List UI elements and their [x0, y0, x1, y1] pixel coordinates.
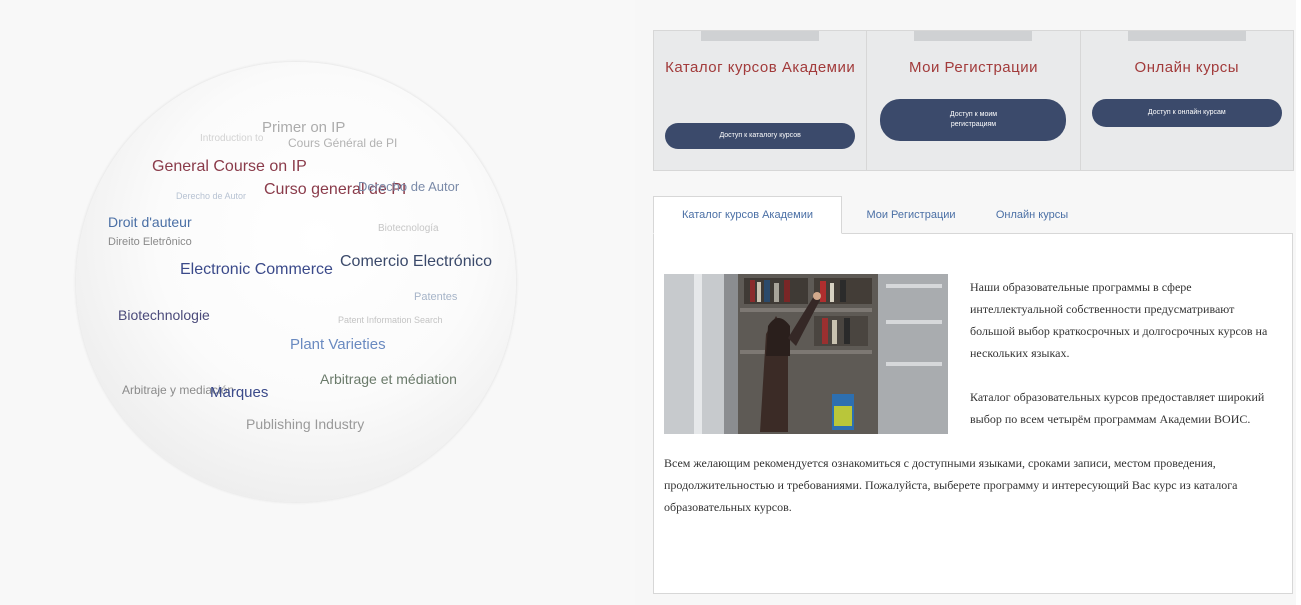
cloud-term[interactable]: Introduction to [200, 134, 263, 144]
cloud-term[interactable]: Electronic Commerce [180, 262, 333, 278]
tab-online-courses[interactable]: Онлайн курсы [977, 196, 1087, 234]
cloud-term[interactable]: Direito Eletrônico [108, 237, 192, 248]
cloud-term[interactable]: Cours Général de PI [288, 137, 397, 149]
panel-topbar [1127, 31, 1246, 41]
page-edge [1296, 0, 1301, 605]
library-photo [664, 274, 948, 434]
library-photo-image [664, 274, 948, 434]
cloud-term[interactable]: Biotecnología [378, 224, 439, 234]
cloud-term[interactable]: Plant Varieties [290, 337, 386, 352]
tab-content-panel: Наши образовательные программы в сфере и… [653, 233, 1293, 594]
page: Introduction to Primer on IP Cours Génér… [0, 0, 1301, 605]
panel-my-registrations: Мои Регистрации Доступ к моим регистраци… [867, 31, 1081, 170]
cloud-term[interactable]: Primer on IP [262, 120, 345, 135]
cloud-term[interactable]: Comercio Electrónico [340, 254, 492, 270]
panel-online-courses: Онлайн курсы Доступ к онлайн курсам [1081, 31, 1293, 170]
course-catalog-button[interactable]: Доступ к каталогу курсов [665, 123, 856, 149]
tab-course-catalog[interactable]: Каталог курсов Академии [653, 196, 842, 234]
my-registrations-button[interactable]: Доступ к моим регистрациям [880, 99, 1067, 141]
cloud-term[interactable]: Biotechnologie [118, 308, 210, 322]
cloud-term[interactable]: Derecho de Autor [358, 180, 459, 193]
cloud-term[interactable]: Patent Information Search [338, 316, 443, 325]
tab-my-registrations[interactable]: Мои Регистрации [846, 196, 976, 234]
panel-title: Онлайн курсы [1134, 59, 1240, 76]
tab-bar: Каталог курсов Академии Мои Регистрации … [653, 196, 1293, 234]
panel-title: Мои Регистрации [908, 59, 1038, 76]
course-panels: Каталог курсов Академии Доступ к каталог… [653, 30, 1294, 171]
intro-paragraph-1: Наши образовательные программы в сфере и… [970, 280, 1268, 360]
cloud-term[interactable]: Publishing Industry [246, 417, 364, 431]
online-courses-button[interactable]: Доступ к онлайн курсам [1091, 99, 1282, 127]
panel-course-catalog: Каталог курсов Академии Доступ к каталог… [654, 31, 868, 170]
panel-topbar [914, 31, 1033, 41]
intro-paragraph-3: Всем желающим рекомендуется ознакомиться… [664, 456, 1238, 514]
cloud-term[interactable]: Derecho de Autor [176, 192, 246, 201]
panel-topbar [701, 31, 820, 41]
cloud-term[interactable]: Marques [210, 385, 268, 400]
cloud-term[interactable]: Arbitrage et médiation [320, 372, 457, 386]
cloud-term[interactable]: Droit d'auteur [108, 215, 192, 229]
panel-title: Каталог курсов Академии [665, 59, 856, 76]
cloud-term[interactable]: Patentes [414, 292, 457, 303]
intro-paragraph-2: Каталог образовательных курсов предостав… [970, 390, 1265, 426]
course-word-cloud[interactable]: Introduction to Primer on IP Cours Génér… [76, 62, 516, 502]
cloud-term[interactable]: General Course on IP [152, 159, 307, 175]
